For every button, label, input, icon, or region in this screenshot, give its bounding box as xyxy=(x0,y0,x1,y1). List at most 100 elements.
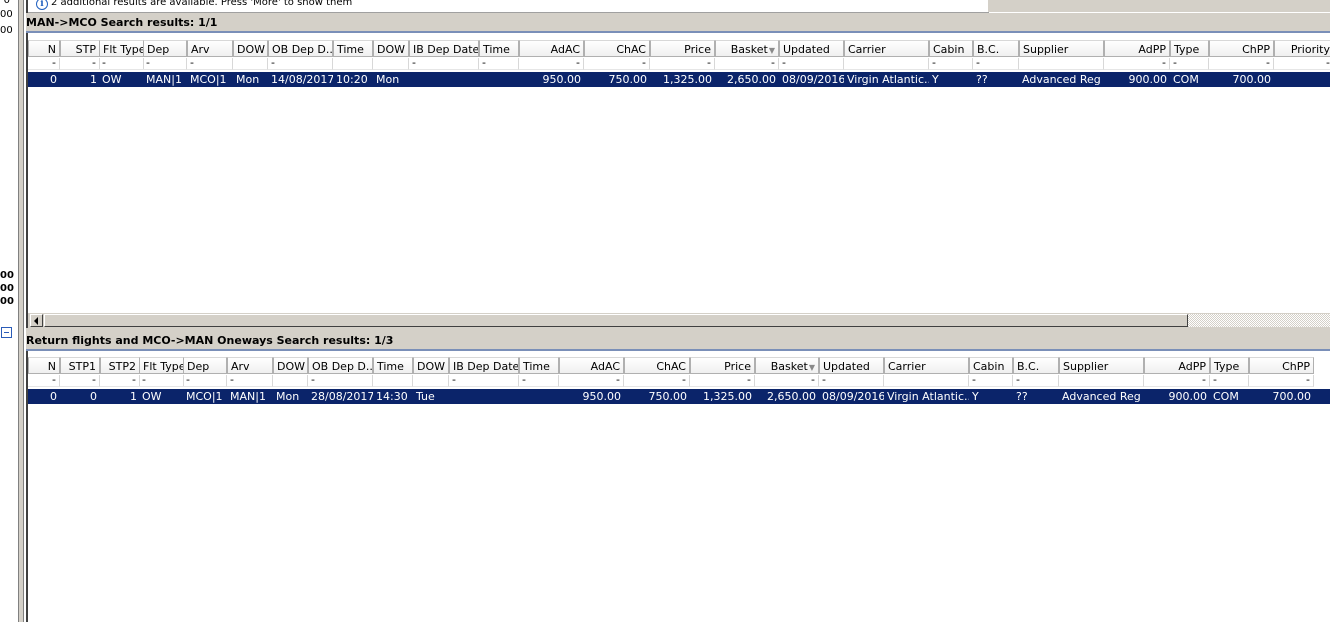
filter-cell[interactable] xyxy=(884,375,969,387)
filter-cell[interactable] xyxy=(413,375,449,387)
filter-cell[interactable]: - xyxy=(779,58,844,70)
filter-cell[interactable]: - xyxy=(227,375,273,387)
column-header[interactable]: Price xyxy=(690,357,755,374)
filter-cell[interactable]: - xyxy=(690,375,755,387)
column-header[interactable]: Time xyxy=(373,357,413,374)
filter-cell[interactable]: - xyxy=(308,375,373,387)
table-row[interactable]: 0 0 1 OW MCO|1 MAN|1 Mon 28/08/2017 14:30 Tue 950.… xyxy=(28,389,1330,404)
column-header[interactable]: Basket▼ xyxy=(715,40,779,57)
column-header[interactable]: Time xyxy=(479,40,519,57)
filter-cell[interactable]: - xyxy=(479,58,519,70)
column-header[interactable]: IB Dep Date xyxy=(449,357,519,374)
column-header[interactable]: Type xyxy=(1210,357,1249,374)
collapse-icon[interactable] xyxy=(1,327,12,338)
column-header[interactable]: OB Dep D... xyxy=(268,40,333,57)
column-header[interactable]: Arv xyxy=(187,40,233,57)
column-header[interactable]: Price xyxy=(650,40,715,57)
filter-cell[interactable] xyxy=(844,58,929,70)
filter-cell[interactable]: - xyxy=(755,375,819,387)
column-header[interactable]: Arv xyxy=(227,357,273,374)
filter-cell[interactable]: - xyxy=(60,375,100,387)
filter-cell[interactable]: - xyxy=(715,58,779,70)
column-header[interactable]: AdPP xyxy=(1144,357,1210,374)
column-header[interactable]: Updated xyxy=(819,357,884,374)
filter-cell[interactable] xyxy=(333,58,373,70)
filter-cell[interactable]: - xyxy=(650,58,715,70)
filter-cell[interactable]: - xyxy=(1249,375,1314,387)
filter-cell[interactable]: - xyxy=(28,375,60,387)
column-header[interactable]: OB Dep D... xyxy=(308,357,373,374)
scroll-track[interactable] xyxy=(1188,314,1330,327)
filter-cell[interactable]: - xyxy=(409,58,479,70)
column-header[interactable]: Dep xyxy=(143,40,187,57)
column-header[interactable]: Dep xyxy=(183,357,227,374)
column-header[interactable]: Flt Type xyxy=(99,40,144,57)
filter-cell[interactable]: - xyxy=(1144,375,1210,387)
table-row[interactable]: 0 1 OW MAN|1 MCO|1 Mon 14/08/2017 10:20 Mon 950.0… xyxy=(28,72,1330,87)
column-header[interactable]: STP2 xyxy=(100,357,140,374)
filter-cell[interactable]: - xyxy=(584,58,650,70)
filter-cell[interactable]: - xyxy=(100,375,140,387)
filter-cell[interactable]: - xyxy=(559,375,624,387)
filter-cell[interactable]: - xyxy=(624,375,690,387)
column-header[interactable]: B.C. xyxy=(1013,357,1059,374)
column-header[interactable]: N xyxy=(28,357,60,374)
scroll-left-arrow-icon[interactable] xyxy=(30,314,43,327)
filter-cell[interactable]: - xyxy=(28,58,60,70)
filter-cell[interactable]: - xyxy=(183,375,227,387)
filter-cell[interactable]: - xyxy=(1104,58,1170,70)
filter-cell[interactable]: - xyxy=(969,375,1013,387)
column-header[interactable]: Type xyxy=(1170,40,1209,57)
filter-cell[interactable]: - xyxy=(268,58,333,70)
column-header[interactable]: AdAC xyxy=(519,40,584,57)
filter-cell[interactable] xyxy=(1059,375,1144,387)
column-header[interactable]: Updated xyxy=(779,40,844,57)
filter-cell[interactable] xyxy=(373,375,413,387)
filter-cell[interactable]: - xyxy=(973,58,1019,70)
column-header[interactable]: Cabin xyxy=(969,357,1013,374)
column-header[interactable]: DOW xyxy=(233,40,268,57)
column-header[interactable]: Supplier xyxy=(1019,40,1104,57)
column-header[interactable]: ChPP xyxy=(1209,40,1274,57)
column-header[interactable]: Time xyxy=(519,357,559,374)
column-header[interactable]: DOW xyxy=(413,357,449,374)
column-header[interactable]: Cabin xyxy=(929,40,973,57)
filter-cell[interactable] xyxy=(373,58,409,70)
column-header[interactable]: B.C. xyxy=(973,40,1019,57)
filter-cell[interactable]: - xyxy=(819,375,884,387)
filter-cell[interactable]: - xyxy=(1013,375,1059,387)
column-header[interactable]: Carrier xyxy=(884,357,969,374)
filter-cell[interactable]: - xyxy=(519,375,559,387)
column-header[interactable]: ChAC xyxy=(584,40,650,57)
column-header[interactable]: Carrier xyxy=(844,40,929,57)
column-header[interactable]: ChPP xyxy=(1249,357,1314,374)
filter-cell[interactable]: - xyxy=(187,58,233,70)
filter-cell[interactable] xyxy=(1019,58,1104,70)
filter-cell[interactable]: - xyxy=(519,58,584,70)
column-header[interactable]: DOW xyxy=(373,40,409,57)
column-header[interactable]: ChAC xyxy=(624,357,690,374)
column-header[interactable]: AdAC xyxy=(559,357,624,374)
column-header[interactable]: Priority xyxy=(1274,40,1330,57)
scroll-thumb[interactable] xyxy=(44,314,1188,327)
filter-cell[interactable]: - xyxy=(1210,375,1249,387)
filter-cell[interactable]: - xyxy=(1170,58,1209,70)
splitter[interactable] xyxy=(18,0,24,622)
column-header[interactable]: Supplier xyxy=(1059,357,1144,374)
filter-cell[interactable]: - xyxy=(1274,58,1330,70)
filter-cell[interactable] xyxy=(233,58,268,70)
column-header[interactable]: DOW xyxy=(273,357,308,374)
column-header[interactable]: IB Dep Date xyxy=(409,40,479,57)
column-header[interactable]: Basket▼ xyxy=(755,357,819,374)
column-header[interactable]: STP1 xyxy=(60,357,100,374)
filter-cell[interactable]: - xyxy=(143,58,187,70)
column-header[interactable]: Time xyxy=(333,40,373,57)
column-header[interactable]: N xyxy=(28,40,60,57)
column-header[interactable]: Flt Type xyxy=(139,357,184,374)
horizontal-scrollbar[interactable] xyxy=(28,313,1330,328)
filter-cell[interactable]: - xyxy=(99,58,144,70)
column-header[interactable]: AdPP xyxy=(1104,40,1170,57)
filter-cell[interactable]: - xyxy=(449,375,519,387)
filter-cell[interactable]: - xyxy=(1209,58,1274,70)
filter-cell[interactable]: - xyxy=(929,58,973,70)
